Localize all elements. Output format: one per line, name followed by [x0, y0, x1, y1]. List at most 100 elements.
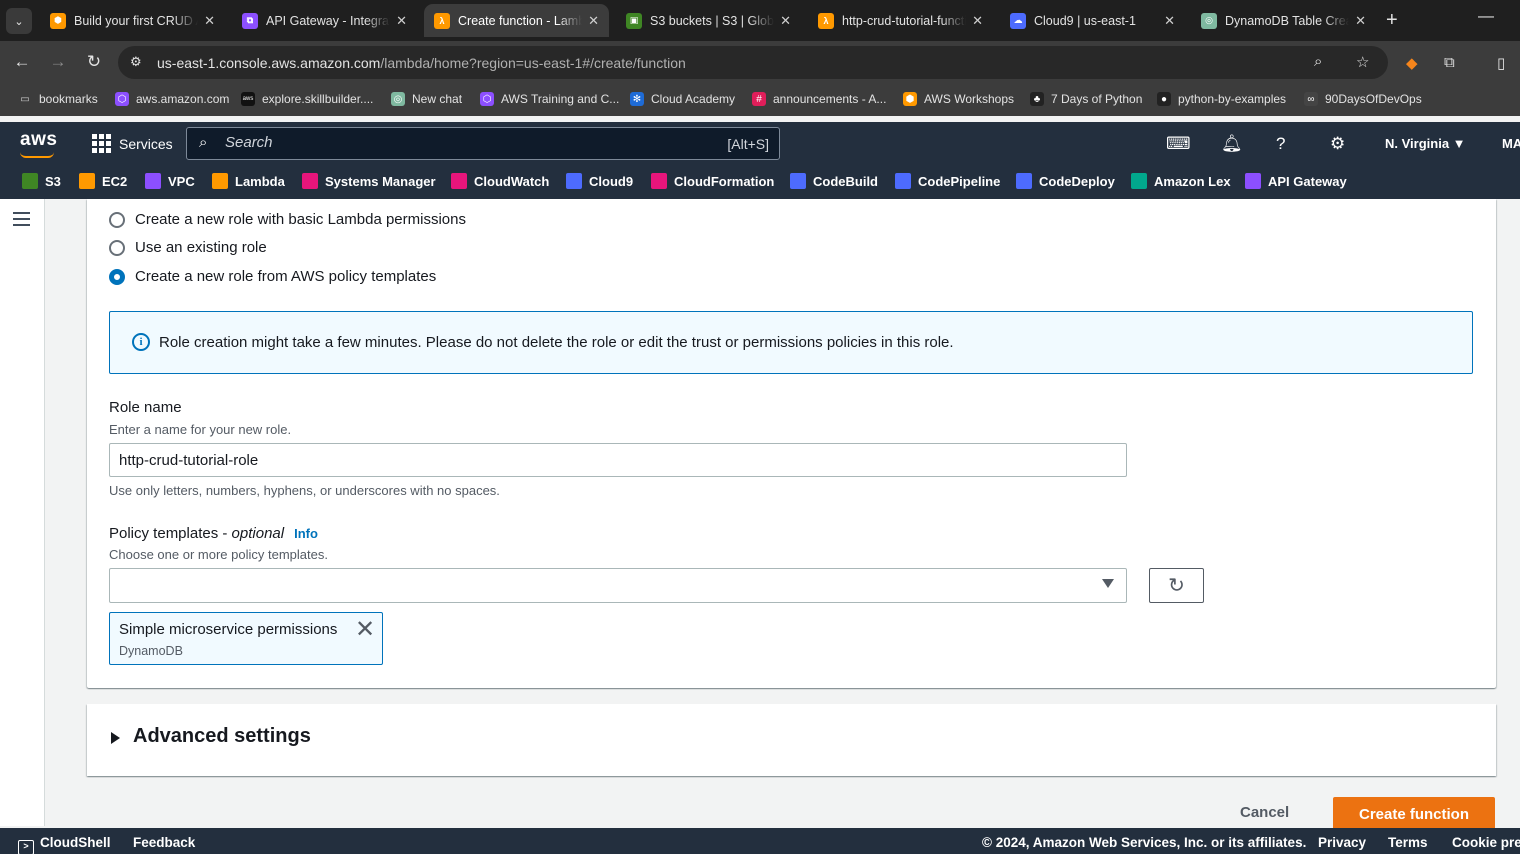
browser-tab[interactable]: ▣ S3 buckets | S3 | Global ✕: [616, 4, 801, 37]
help-icon[interactable]: ?: [1276, 134, 1285, 154]
account-menu[interactable]: MA: [1502, 136, 1520, 151]
back-arrow-icon[interactable]: ←: [11, 52, 33, 72]
terms-link[interactable]: Terms: [1388, 835, 1428, 850]
services-grid-icon: [92, 134, 111, 153]
bookmark-item[interactable]: ◎ New chat: [391, 92, 462, 106]
favorite-service-s3[interactable]: S3: [22, 173, 61, 189]
bookmark-item[interactable]: ⬡ aws.amazon.com: [115, 92, 229, 106]
tab-close-icon[interactable]: ✕: [588, 13, 599, 29]
tab-close-icon[interactable]: ✕: [972, 13, 983, 29]
role-name-input[interactable]: [109, 443, 1127, 477]
settings-gear-icon[interactable]: ⚙: [1330, 134, 1345, 154]
tab-close-icon[interactable]: ✕: [204, 13, 215, 29]
region-selector[interactable]: N. Virginia ▼: [1385, 136, 1466, 151]
bookmark-item[interactable]: ⬡ AWS Training and C...: [480, 92, 619, 106]
url-text[interactable]: us-east-1.console.aws.amazon.com/lambda/…: [157, 55, 686, 71]
search-input[interactable]: [225, 134, 685, 151]
radio-button-selected[interactable]: [109, 268, 125, 285]
privacy-link[interactable]: Privacy: [1318, 835, 1366, 850]
tab-favicon-icon: λ: [434, 12, 450, 29]
bookmark-item[interactable]: ⬢ AWS Workshops: [903, 92, 1014, 106]
bookmark-item[interactable]: ∞ 90DaysOfDevOps: [1304, 92, 1422, 106]
tab-close-icon[interactable]: ✕: [396, 13, 407, 29]
optional-label: optional: [231, 525, 285, 542]
bookmark-label: 90DaysOfDevOps: [1325, 92, 1422, 106]
browser-tab[interactable]: λ http-crud-tutorial-function ✕: [808, 4, 993, 37]
bookmark-item[interactable]: ✻ Cloud Academy: [630, 92, 735, 106]
aws-cube-icon: ⬡: [480, 92, 494, 106]
site-info-icon[interactable]: ⚙: [130, 54, 142, 70]
aws-logo[interactable]: aws: [20, 129, 57, 151]
cookie-preferences-link[interactable]: Cookie preferences: [1452, 835, 1520, 850]
zoom-icon[interactable]: ⌕: [1314, 53, 1322, 70]
bookmark-item[interactable]: ▭ bookmarks: [18, 92, 97, 106]
forward-arrow-icon[interactable]: →: [47, 52, 69, 72]
notifications-bell-icon[interactable]: 🔔︎: [1221, 134, 1243, 154]
favorite-service-cloud9[interactable]: Cloud9: [566, 173, 633, 189]
favorite-service-amazon-lex[interactable]: Amazon Lex: [1131, 173, 1231, 189]
minimize-window-button[interactable]: —: [1478, 8, 1494, 26]
favorite-service-codedeploy[interactable]: CodeDeploy: [1016, 173, 1115, 189]
policy-templates-select[interactable]: [109, 568, 1127, 603]
radio-label: Create a new role with basic Lambda perm…: [135, 211, 466, 228]
favorite-service-api-gateway[interactable]: API Gateway: [1245, 173, 1347, 189]
favorite-service-cloudwatch[interactable]: CloudWatch: [451, 173, 549, 189]
caret-down-icon: [1102, 579, 1114, 588]
favorite-service-cloudformation[interactable]: CloudFormation: [651, 173, 774, 189]
reload-icon[interactable]: ↻: [83, 52, 105, 72]
tab-favicon-icon: ⬢: [50, 12, 66, 29]
menu-hamburger-icon[interactable]: [13, 212, 30, 230]
radio-policy-templates-role[interactable]: Create a new role from AWS policy templa…: [109, 268, 436, 285]
tab-search-chevron-icon[interactable]: ⌄: [6, 8, 32, 34]
cloudshell-icon[interactable]: ⌨: [1166, 134, 1191, 154]
radio-existing-role[interactable]: Use an existing role: [109, 239, 267, 256]
unified-search[interactable]: ⌕ [Alt+S]: [186, 127, 780, 160]
service-favorites-bar: S3 EC2 VPC Lambda Systems Manager CloudWatch C…: [0, 165, 1520, 199]
aws-cube-icon: ⬡: [115, 92, 129, 106]
favorite-service-ec2[interactable]: EC2: [79, 173, 127, 189]
address-bar[interactable]: ⚙ us-east-1.console.aws.amazon.com/lambd…: [118, 46, 1388, 79]
favorite-service-codepipeline[interactable]: CodePipeline: [895, 173, 1000, 189]
service-icon: [566, 173, 582, 189]
browser-tab[interactable]: ⧉ API Gateway - Integrations ✕: [232, 4, 417, 37]
info-link[interactable]: Info: [294, 526, 318, 541]
radio-button[interactable]: [109, 211, 125, 228]
side-panel-icon[interactable]: ▯: [1497, 54, 1505, 72]
browser-tab[interactable]: ⬢ Build your first CRUD API ✕: [40, 4, 225, 37]
remove-token-close-icon[interactable]: ✕: [355, 618, 375, 642]
role-name-constraint: Use only letters, numbers, hyphens, or u…: [109, 483, 500, 498]
extensions-puzzle-icon[interactable]: ⧉: [1444, 54, 1455, 71]
favorite-service-vpc[interactable]: VPC: [145, 173, 195, 189]
cancel-button[interactable]: Cancel: [1240, 804, 1289, 821]
role-name-description: Enter a name for your new role.: [109, 422, 292, 437]
tab-close-icon[interactable]: ✕: [1355, 13, 1366, 29]
favorite-service-lambda[interactable]: Lambda: [212, 173, 285, 189]
service-icon: [790, 173, 806, 189]
service-label: CodeDeploy: [1039, 173, 1115, 189]
metamask-extension-icon[interactable]: ◆: [1406, 54, 1418, 72]
bookmark-item[interactable]: # announcements - A...: [752, 92, 886, 106]
service-label: S3: [45, 173, 61, 189]
feedback-link[interactable]: Feedback: [133, 835, 195, 850]
new-tab-button[interactable]: +: [1386, 8, 1398, 32]
browser-tab[interactable]: ◎ DynamoDB Table Creation ✕: [1191, 4, 1376, 37]
browser-tab[interactable]: λ Create function - Lambda ✕: [424, 4, 609, 37]
tab-title: Create function - Lambda: [458, 13, 583, 28]
browser-tab[interactable]: ☁ Cloud9 | us-east-1 ✕: [1000, 4, 1185, 37]
cloudshell-footer-button[interactable]: > CloudShell: [18, 835, 111, 854]
favorite-service-systems-manager[interactable]: Systems Manager: [302, 173, 436, 189]
bookmark-item[interactable]: ♣ 7 Days of Python: [1030, 92, 1142, 106]
radio-button[interactable]: [109, 239, 125, 256]
aws-top-nav: aws Services ⌕ [Alt+S] ⌨ 🔔︎ ? ⚙ N. Virgi…: [0, 122, 1520, 165]
services-menu-button[interactable]: Services: [92, 134, 173, 153]
radio-basic-lambda-role[interactable]: Create a new role with basic Lambda perm…: [109, 211, 466, 228]
bookmark-item[interactable]: ● python-by-examples: [1157, 92, 1286, 106]
policy-templates-label-text: Policy templates -: [109, 525, 232, 542]
tab-close-icon[interactable]: ✕: [1164, 13, 1175, 29]
bookmark-star-icon[interactable]: ☆: [1356, 53, 1369, 71]
bookmark-item[interactable]: aws explore.skillbuilder....: [241, 92, 373, 106]
favorite-service-codebuild[interactable]: CodeBuild: [790, 173, 878, 189]
refresh-button[interactable]: ↻: [1149, 568, 1204, 603]
tab-close-icon[interactable]: ✕: [780, 13, 791, 29]
advanced-settings-expander[interactable]: Advanced settings: [87, 704, 1496, 776]
